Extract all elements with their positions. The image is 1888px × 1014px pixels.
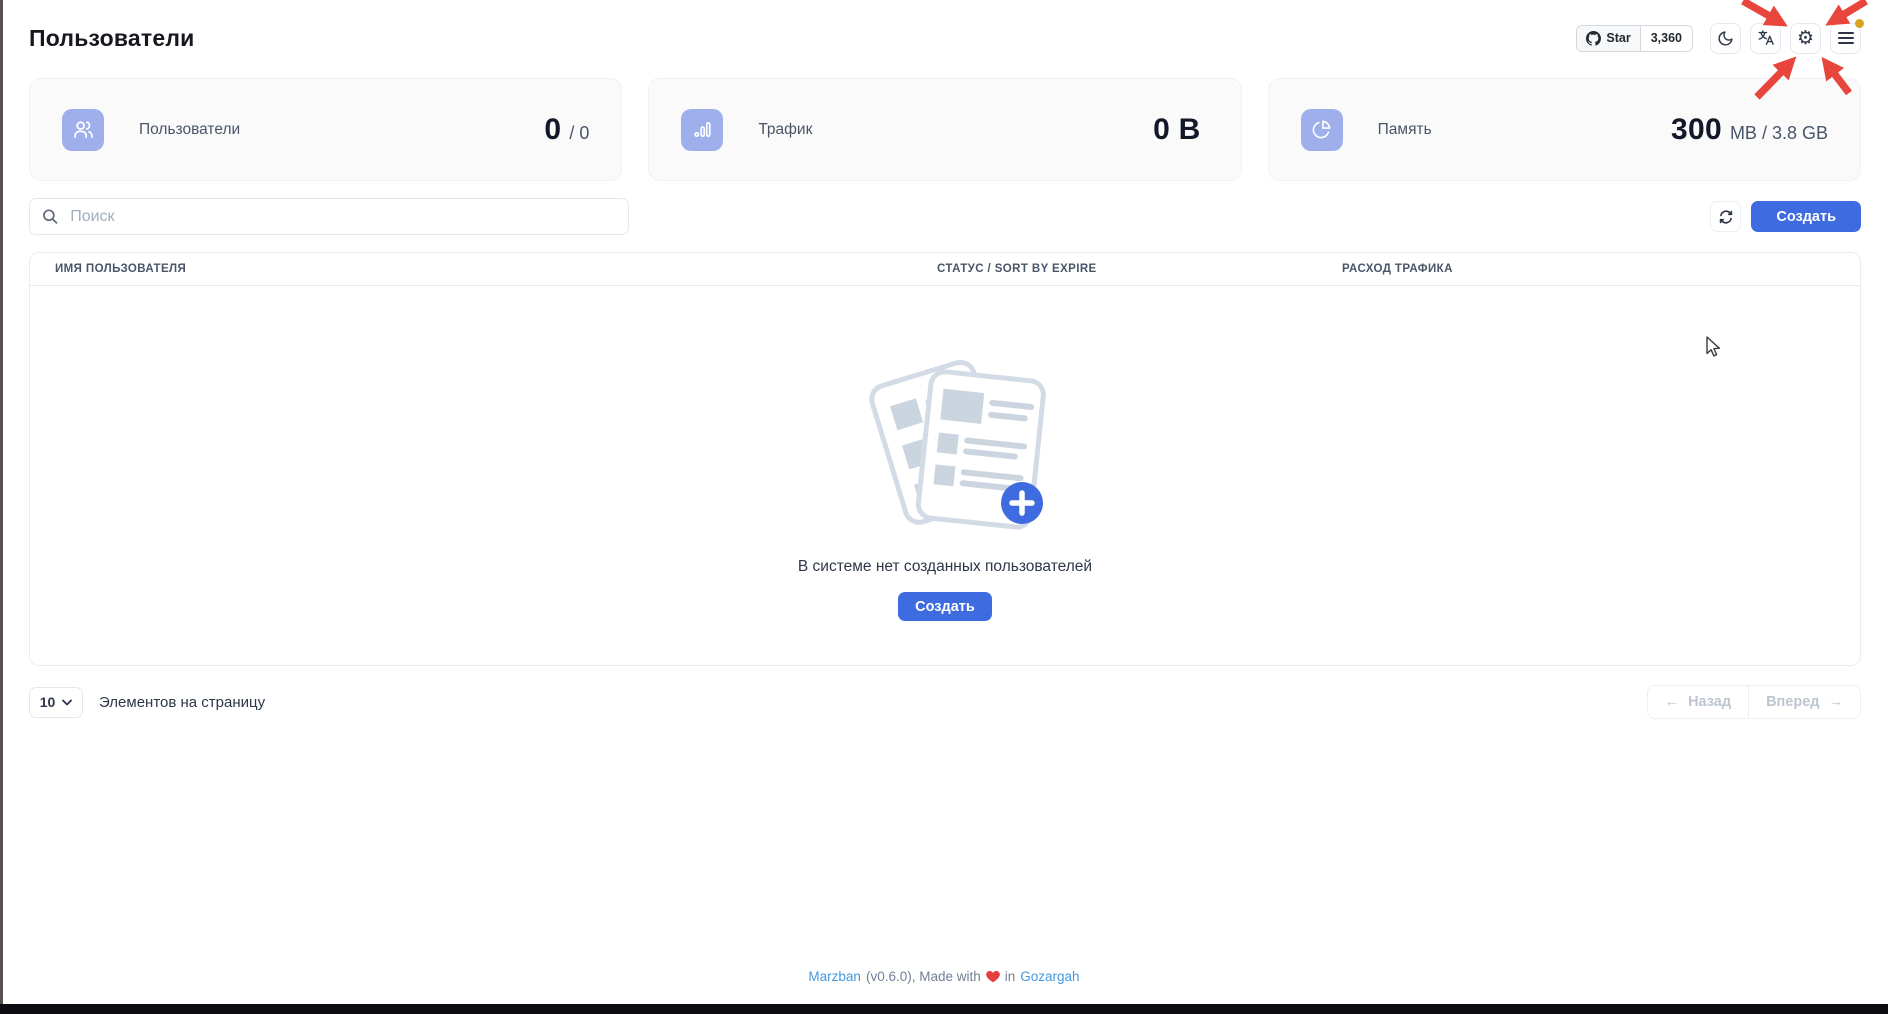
search-icon [42,208,58,225]
page-size-select[interactable]: 10 [29,687,83,718]
plus-icon [1001,482,1043,524]
github-star-widget[interactable]: Star 3,360 [1576,25,1693,52]
hamburger-icon [1837,30,1855,46]
column-header-username[interactable]: ИМЯ ПОЛЬЗОВАТЕЛЯ [55,263,937,275]
translate-icon [1757,29,1775,47]
arrow-right-icon: → [1829,694,1844,710]
stat-label: Трафик [758,121,812,139]
pager-nav: ← Назад Вперед → [1647,685,1861,719]
stat-label: Память [1378,121,1432,139]
page-size-value: 10 [40,694,56,710]
marzban-users-page: Пользователи Star 3,360 [0,0,1888,1014]
stat-value: 0 B [1153,113,1201,147]
github-icon [1586,31,1601,46]
refresh-icon [1718,209,1734,225]
topbar-actions: Star 3,360 ⚙ [1576,23,1861,54]
arrow-left-icon: ← [1665,694,1680,710]
stat-suffix: / 0 [569,123,589,144]
pagination-bar: 10 Элементов на страницу ← Назад Вперед … [29,685,1861,719]
stat-value: 0 [544,113,561,147]
chevron-down-icon [62,699,72,706]
theme-toggle-button[interactable] [1710,23,1741,54]
footer-in-text: in [1005,969,1016,984]
stat-card-traffic: Трафик 0 B [648,78,1241,181]
moon-icon [1717,30,1734,47]
column-header-status-sort[interactable]: СТАТУС / SORT BY EXPIRE [937,263,1342,275]
stat-label: Пользователи [139,121,240,139]
stat-card-users: Пользователи 0 / 0 [29,78,622,181]
search-box[interactable] [29,198,629,235]
page-header: Пользователи Star 3,360 [29,18,1861,58]
users-table: ИМЯ ПОЛЬЗОВАТЕЛЯ СТАТУС / SORT BY EXPIRE… [29,252,1861,666]
language-button[interactable] [1750,23,1781,54]
window-left-edge [0,0,3,1014]
settings-button[interactable]: ⚙ [1790,23,1821,54]
gear-icon: ⚙ [1797,29,1814,48]
stat-cards: Пользователи 0 / 0 Трафик 0 B [29,78,1861,181]
users-icon [72,118,95,141]
empty-create-button[interactable]: Создать [898,592,992,621]
footer-version-text: (v0.6.0), Made with [866,969,981,984]
bar-chart-icon [691,118,714,141]
page-size-label: Элементов на страницу [99,694,265,711]
column-header-traffic[interactable]: РАСХОД ТРАФИКА [1342,263,1835,275]
users-toolbar: Создать [29,198,1861,235]
marzban-link[interactable]: Marzban [808,969,861,984]
prev-page-button[interactable]: ← Назад [1648,686,1749,718]
next-page-button[interactable]: Вперед → [1748,686,1860,718]
window-bottom-edge [0,1004,1888,1014]
pie-chart-icon [1310,118,1333,141]
table-header-row: ИМЯ ПОЛЬЗОВАТЕЛЯ СТАТУС / SORT BY EXPIRE… [30,253,1860,286]
footer: Marzban (v0.6.0), Made with in Gozargah [0,969,1888,984]
empty-documents-illustration [831,343,1059,545]
github-star-button[interactable]: Star [1577,26,1640,51]
empty-state-message: В системе нет созданных пользователей [798,558,1092,576]
menu-button[interactable] [1830,23,1861,54]
empty-state: В системе нет созданных пользователей Со… [30,286,1860,621]
search-input[interactable] [68,207,616,227]
notification-dot [1855,19,1864,28]
heart-icon [986,970,1000,983]
create-user-button[interactable]: Создать [1751,201,1861,232]
github-star-count[interactable]: 3,360 [1641,26,1692,51]
github-star-label: Star [1606,31,1630,45]
refresh-button[interactable] [1710,201,1741,232]
stat-suffix: MB / 3.8 GB [1730,123,1828,144]
stat-value: 300 [1671,113,1722,147]
stat-card-memory: Память 300 MB / 3.8 GB [1268,78,1861,181]
page-title: Пользователи [29,25,195,52]
gozargah-link[interactable]: Gozargah [1020,969,1079,984]
